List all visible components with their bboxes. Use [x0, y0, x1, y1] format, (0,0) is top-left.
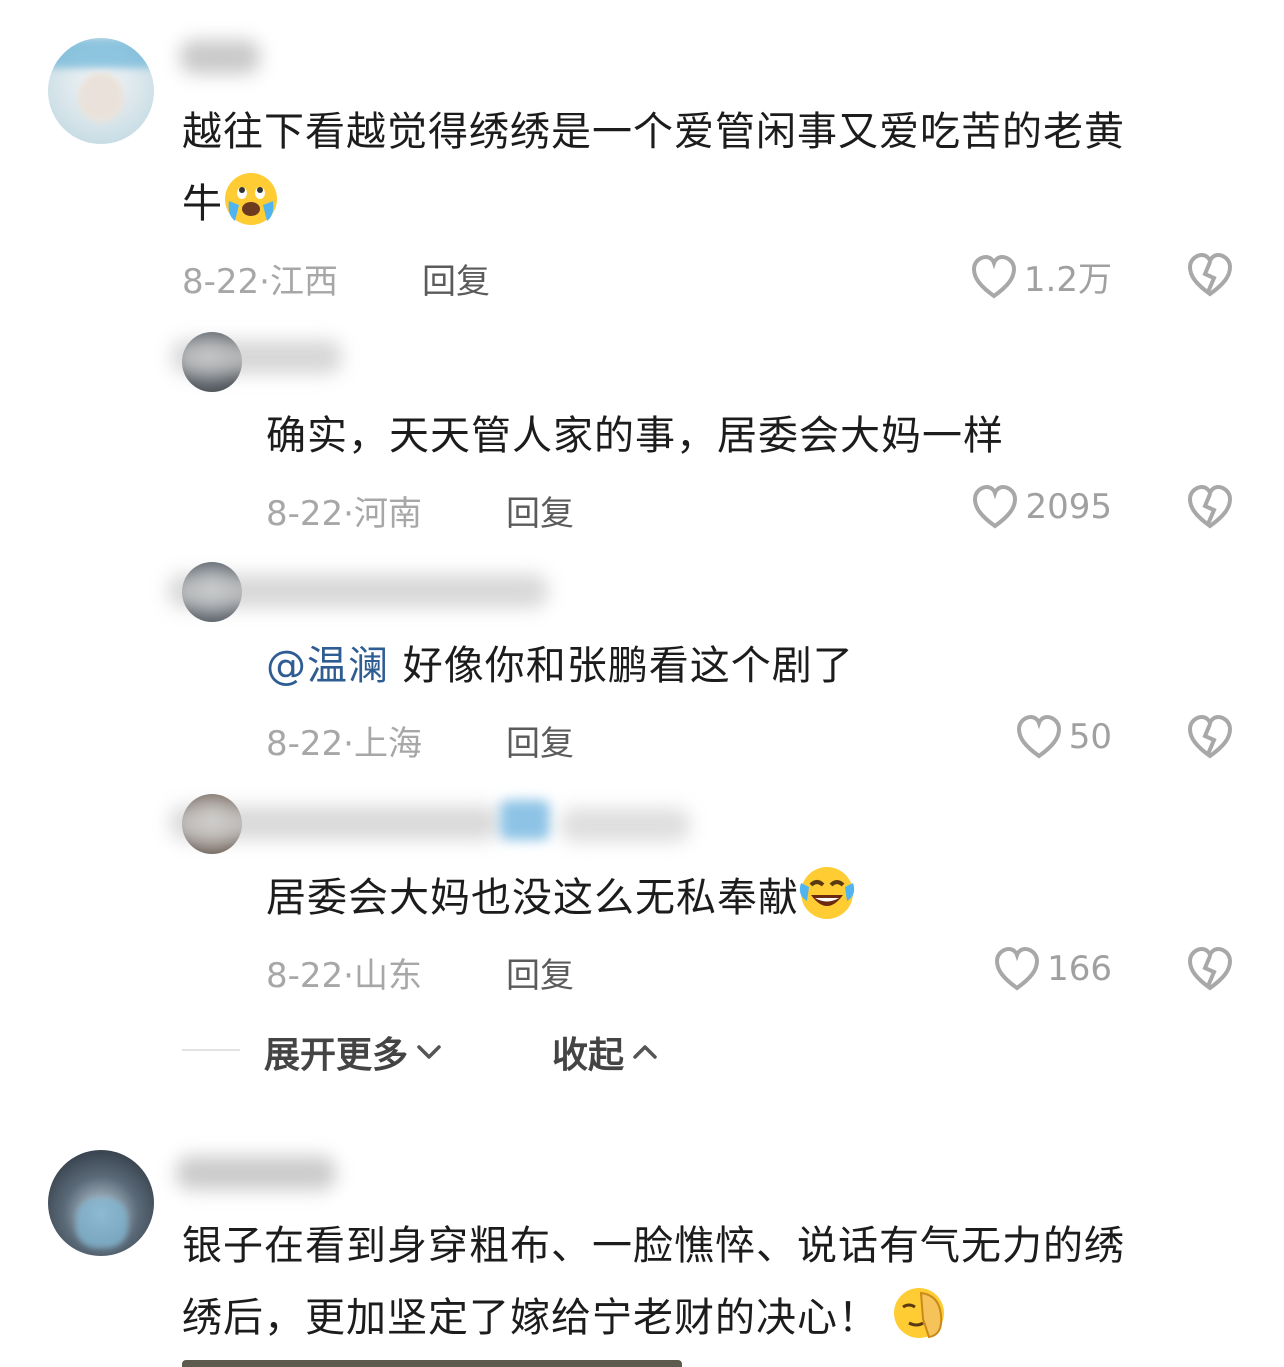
chevron-down-icon	[417, 1045, 441, 1059]
heart-icon	[973, 484, 1018, 529]
reply-location: 上海	[353, 724, 422, 764]
reply-meta: 8-22·上海	[266, 716, 422, 765]
expand-more-button[interactable]: 展开更多	[264, 1026, 442, 1078]
chevron-up-icon	[633, 1045, 657, 1059]
like-count: 50	[1068, 717, 1112, 757]
heart-icon	[995, 946, 1040, 991]
like-count: 2095	[1025, 487, 1112, 527]
reply-date: 8-22·	[266, 956, 354, 996]
username-blurred	[560, 808, 690, 842]
reply-date: 8-22·	[266, 724, 354, 764]
like-count: 166	[1047, 949, 1112, 989]
face-palm-emoji-icon	[894, 1288, 944, 1339]
heart-icon	[971, 254, 1016, 298]
heart-icon	[1016, 714, 1061, 759]
like-count: 1.2万	[1023, 260, 1112, 300]
reply-meta: 8-22·山东	[266, 948, 422, 997]
comment-text-line1: 越往下看越觉得绣绣是一个爱管闲事又爱吃苦的老黄	[182, 109, 1125, 155]
comment-text: 银子在看到身穿粗布、一脸憔悴、说话有气无力的绣 绣后，更加坚定了嫁给宁老财的决心…	[182, 1210, 1212, 1354]
avatar[interactable]	[48, 1150, 154, 1256]
comment-date: 8-22·	[182, 262, 270, 302]
reply-button[interactable]: 回复	[506, 486, 574, 535]
reply-meta: 8-22·河南	[266, 486, 422, 535]
dislike-icon[interactable]	[1186, 946, 1234, 992]
comment-text-line2: 牛	[182, 181, 223, 227]
dislike-icon[interactable]	[1186, 714, 1234, 760]
username-blurred[interactable]	[176, 1156, 336, 1190]
reply-date: 8-22·	[266, 494, 354, 534]
reply-text: 居委会大妈也没这么无私奉献	[266, 862, 1166, 934]
reply-location: 河南	[353, 494, 422, 534]
dislike-icon[interactable]	[1186, 252, 1234, 298]
thread-divider	[182, 1049, 240, 1051]
avatar[interactable]	[48, 38, 154, 144]
username-blurred[interactable]	[170, 806, 500, 840]
crying-face-icon	[225, 173, 277, 225]
blurred-badge	[500, 800, 550, 840]
like-button[interactable]: 1.2万	[970, 252, 1112, 301]
comment-location: 江西	[269, 262, 338, 302]
reply-button[interactable]: 回复	[506, 716, 574, 765]
reply-location: 山东	[353, 956, 422, 996]
dislike-icon[interactable]	[1186, 484, 1234, 530]
collapse-label: 收起	[552, 1035, 625, 1076]
collapse-button[interactable]: 收起	[552, 1026, 658, 1078]
like-button[interactable]: 2095	[971, 484, 1112, 530]
expand-more-label: 展开更多	[264, 1035, 409, 1076]
like-button[interactable]: 166	[993, 946, 1112, 992]
reply-text-body: 好像你和张鹏看这个剧了	[389, 643, 854, 689]
reply-text-body: 居委会大妈也没这么无私奉献	[266, 875, 799, 921]
comment-text: 越往下看越觉得绣绣是一个爱管闲事又爱吃苦的老黄 牛	[182, 96, 1212, 240]
username-blurred[interactable]	[180, 40, 260, 74]
username-blurred[interactable]	[168, 574, 548, 608]
laughing-crying-face-icon	[799, 867, 855, 919]
comment-meta: 8-22·江西	[182, 254, 338, 303]
image-preview-edge	[182, 1360, 682, 1367]
comment-text-line1: 银子在看到身穿粗布、一脸憔悴、说话有气无力的绣	[182, 1223, 1125, 1269]
reply-text: @温澜 好像你和张鹏看这个剧了	[266, 630, 1166, 702]
like-button[interactable]: 50	[1015, 714, 1112, 760]
reply-text: 确实，天天管人家的事，居委会大妈一样	[266, 413, 1004, 459]
comment-text-line2: 绣后，更加坚定了嫁给宁老财的决心！	[182, 1295, 879, 1341]
mention-link[interactable]: @温澜	[266, 643, 389, 689]
reply-button[interactable]: 回复	[422, 254, 490, 303]
reply-button[interactable]: 回复	[506, 948, 574, 997]
username-blurred[interactable]	[172, 340, 342, 374]
